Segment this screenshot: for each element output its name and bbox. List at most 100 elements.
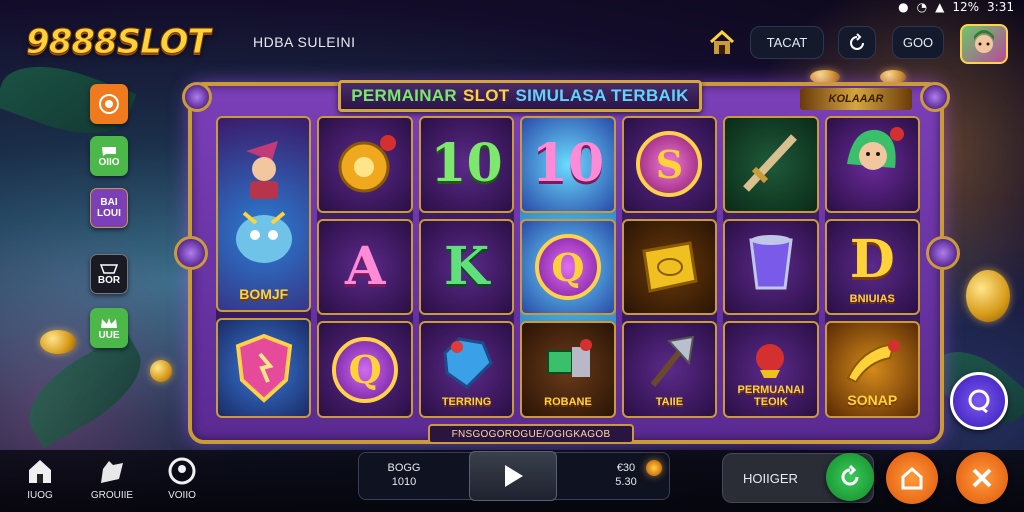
play-icon — [505, 465, 523, 487]
symbol-gold-tile — [621, 218, 718, 316]
alarm-icon: ● — [898, 0, 909, 14]
symbol-glyph: Q — [348, 347, 382, 393]
symbol-orb-q: Q — [520, 218, 616, 316]
symbol-ten: 10 — [418, 116, 515, 213]
symbol-potion: ROBANE — [520, 321, 616, 419]
side-menu-label: BOR — [97, 274, 121, 286]
balance-info: €30 5.30 — [604, 461, 648, 489]
symbol-mermaid — [824, 116, 920, 213]
reel: PERMUANAI TEOIK — [723, 116, 819, 419]
header: 9888SLOT HDBA SULEINI TACAT GOO — [0, 18, 1024, 68]
nav-user[interactable]: VOIIO — [152, 456, 212, 501]
battery-level: 12% — [952, 0, 980, 14]
symbol-axe: TAIIE — [621, 321, 718, 419]
title-part: SIMULASA TERBAIK — [515, 86, 689, 105]
gem-icon — [442, 337, 493, 389]
home-icon[interactable] — [706, 28, 738, 58]
signal-icon: ▲ — [935, 0, 945, 14]
frame-knob — [174, 236, 208, 270]
mermaid-icon — [847, 127, 905, 171]
symbol-glyph: Q — [551, 244, 585, 290]
symbol-orb-s: S — [621, 116, 718, 213]
gold-tile-icon — [642, 241, 699, 293]
close-icon — [972, 468, 992, 488]
title-part: SLOT — [462, 86, 510, 105]
logo[interactable]: 9888SLOT — [26, 22, 212, 63]
title-part: PERMAINAR — [351, 86, 457, 105]
side-menu-coin[interactable] — [90, 84, 128, 124]
game-title-banner: PERMAINAR SLOT SIMULASA TERBAIK — [338, 80, 702, 112]
symbol-caption: TERRING — [441, 396, 492, 409]
nav-home[interactable]: IUOG — [10, 456, 70, 501]
close-button[interactable] — [956, 452, 1008, 504]
wifi-icon: ◔ — [916, 0, 928, 14]
sword-icon — [742, 134, 797, 193]
avatar[interactable] — [960, 24, 1008, 64]
user-icon — [168, 457, 196, 485]
goo-button[interactable]: GOO — [892, 26, 944, 59]
symbol-gem: TERRING — [418, 321, 515, 419]
symbol-glyph: 10 — [430, 133, 503, 195]
axe-icon — [651, 335, 695, 387]
spin-button[interactable] — [469, 451, 557, 501]
home-icon — [29, 460, 51, 483]
side-menu-crown[interactable]: UUE — [90, 308, 128, 348]
payline-strip: FNSGOGOROGUE/OGIGKAGOB — [428, 424, 634, 444]
bet-value: 1010 — [391, 476, 417, 488]
shield-icon — [235, 333, 292, 403]
side-menu-label: UUE — [98, 329, 120, 341]
refresh-icon — [850, 32, 864, 50]
hand-icon — [101, 461, 123, 483]
nav-group[interactable]: GROUIIE — [82, 456, 142, 501]
character-icon — [235, 141, 292, 263]
bet-info: BOGG 1010 — [382, 461, 426, 489]
coin-icon — [646, 460, 662, 476]
coin-bag-icon — [338, 135, 397, 193]
cup-icon — [99, 263, 119, 274]
symbol-caption: SONAP — [847, 392, 898, 409]
frame-knob — [920, 82, 950, 112]
side-menu-label: BAI LOUI — [97, 197, 121, 219]
symbol-glyph: S — [655, 141, 684, 187]
symbol-glyph: 10 — [531, 133, 605, 195]
symbol-coin-bag — [317, 116, 413, 213]
side-menu-text[interactable]: BAI LOUI — [90, 188, 128, 228]
symbol-glyph: A — [344, 236, 386, 297]
refresh-icon — [841, 465, 859, 486]
symbol-character: BOMJF — [216, 116, 312, 312]
nav-label: GROUIIE — [90, 490, 134, 501]
balance-label: €30 — [616, 462, 636, 474]
nav-label: VOIIO — [168, 490, 196, 501]
refresh-button[interactable] — [826, 453, 874, 501]
symbol-caption: PERMUANAI TEOIK — [737, 384, 805, 409]
symbol-orb-q: Q — [317, 321, 413, 419]
symbol-rose: PERMUANAI TEOIK — [723, 321, 819, 419]
symbol-caption: TAIIE — [655, 396, 684, 409]
coin-decoration — [40, 330, 76, 354]
header-subtitle: HDBA SULEINI — [253, 34, 356, 50]
chat-icon — [102, 146, 116, 156]
reel: BOMJF — [216, 116, 312, 418]
crown-icon — [101, 317, 117, 328]
symbol-horn: SONAP — [824, 321, 920, 419]
side-menu-chat[interactable]: OIIO — [90, 136, 128, 176]
symbol-shield — [216, 318, 312, 418]
side-menu-cup[interactable]: BOR — [90, 254, 128, 294]
tacat-button[interactable]: TACAT — [750, 26, 824, 59]
coin-decoration — [150, 360, 172, 382]
chat-icon — [968, 389, 990, 414]
chat-button[interactable] — [950, 372, 1008, 430]
symbol-glyph: D — [849, 229, 895, 290]
home-button[interactable] — [886, 452, 938, 504]
reel: D BNIUIAS SONAP — [824, 116, 920, 419]
rose-icon — [755, 343, 784, 378]
reel-grid[interactable]: BOMJF A Q 10 K TERRING 10 Q ROBANE S TAI… — [216, 116, 920, 419]
orb: Q — [534, 234, 601, 300]
balance-value: 5.30 — [615, 476, 637, 488]
symbol-letter-a: A — [317, 218, 413, 316]
frame-knob — [182, 82, 212, 112]
refresh-button[interactable] — [838, 26, 876, 59]
symbol-caption: BOMJF — [239, 286, 289, 302]
coin-decoration — [966, 270, 1010, 322]
house-icon — [901, 466, 923, 490]
